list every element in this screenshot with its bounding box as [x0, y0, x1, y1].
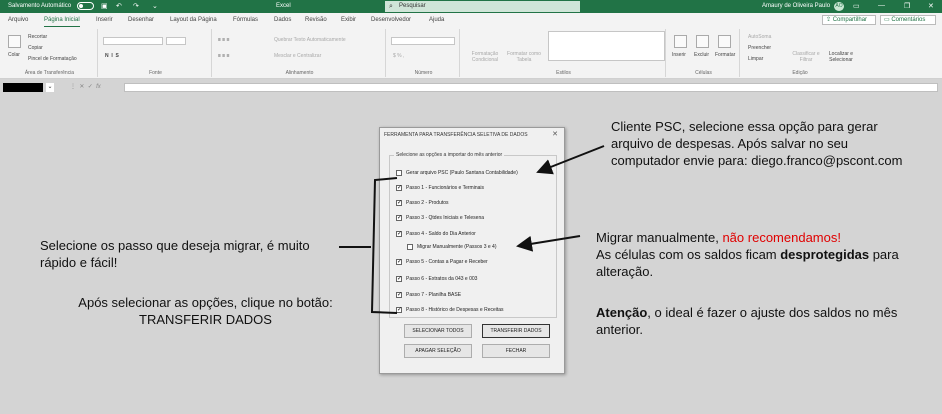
manual-annotation: Migrar manualmente, não recomendamos! As… — [596, 229, 899, 280]
manual-line-2-suffix: para — [869, 247, 899, 262]
manual-bold-word: desprotegidas — [780, 247, 870, 262]
attention-bold: Atenção — [596, 305, 648, 320]
annotation-arrows — [339, 145, 605, 314]
after-select-line-2: TRANSFERIR DADOS — [139, 312, 272, 327]
attention-rest: , o ideal é fazer o ajuste dos saldos no… — [647, 305, 898, 320]
manual-line-2-prefix: As células com os saldos ficam — [596, 247, 781, 262]
psc-arrow — [536, 145, 605, 175]
after-select-annotation: Após selecionar as opções, clique no bot… — [58, 294, 353, 328]
psc-line-1: Cliente PSC, selecione essa opção para g… — [611, 119, 878, 134]
excel-window: Salvamento Automático ▣ ↶ ↷ ⌄ Excel ⌕ Pe… — [0, 0, 942, 414]
steps-bracket — [370, 177, 398, 314]
manual-arrow — [516, 235, 581, 252]
manual-line-1-prefix: Migrar manualmente, — [596, 230, 723, 245]
psc-line-3: computador envie para: diego.franco@psco… — [611, 153, 903, 168]
select-steps-line-2: rápido e fácil! — [40, 255, 118, 270]
attention-line-2: anterior. — [596, 322, 643, 337]
manual-line-3: alteração. — [596, 264, 654, 279]
attention-annotation: Atenção, o ideal é fazer o ajuste dos sa… — [596, 304, 897, 338]
manual-warning: não recomendamos! — [722, 230, 841, 245]
select-steps-line-1: Selecione os passo que deseja migrar, é … — [40, 238, 310, 253]
psc-line-2: arquivo de despesas. Após salvar no seu — [611, 136, 849, 151]
select-steps-annotation: Selecione os passo que deseja migrar, é … — [40, 237, 310, 271]
psc-annotation: Cliente PSC, selecione essa opção para g… — [611, 118, 902, 169]
after-select-line-1: Após selecionar as opções, clique no bot… — [78, 295, 333, 310]
